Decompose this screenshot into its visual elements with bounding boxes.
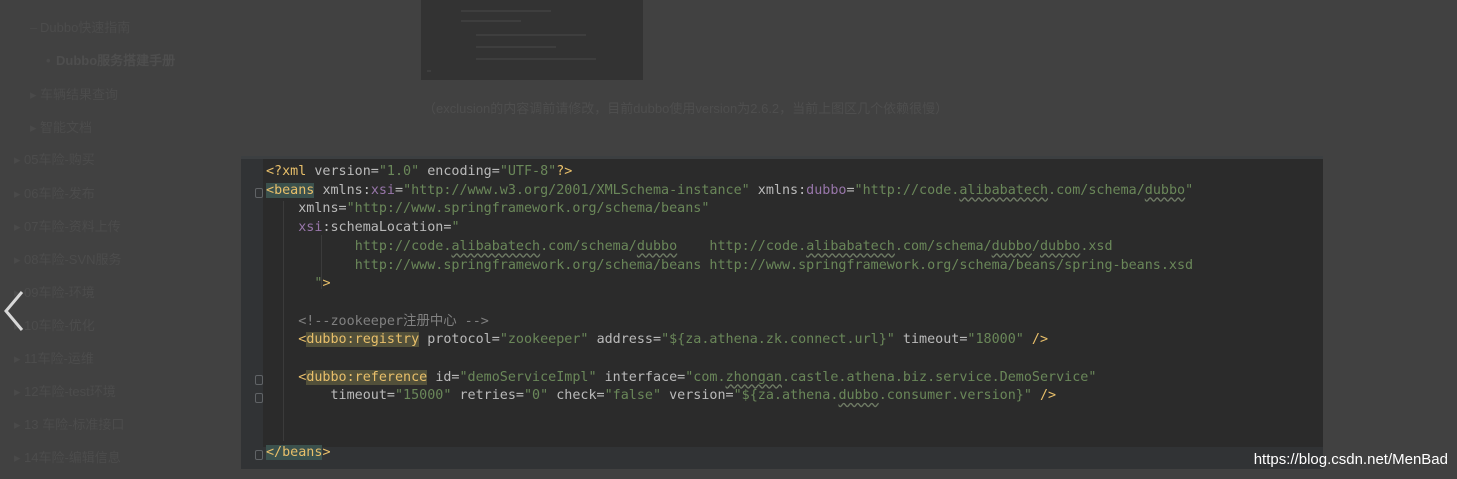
sidebar-item[interactable]: ▸ 车辆结果查询: [30, 87, 118, 103]
sidebar-item-label: 车辆结果查询: [40, 87, 119, 102]
code-line-5: http://code.alibabatech.com/schema/dubbo…: [354, 238, 1113, 254]
bullet-icon: ▸: [14, 351, 21, 366]
sidebar-item[interactable]: ▸ 11车险-运维: [14, 351, 94, 367]
code-line-10: <dubbo:registry protocol="zookeeper" add…: [298, 332, 1049, 348]
watermark-url: https://blog.csdn.net/MenBad: [1253, 451, 1448, 468]
sidebar-item-label: 10车险-优化: [24, 318, 95, 333]
sidebar-item-label: Dubbo快速指南: [40, 20, 131, 35]
code-line-6: http://www.springframework.org/schema/be…: [354, 257, 1194, 273]
sidebar-item-label: 08车险-SVN服务: [24, 252, 122, 267]
bullet-icon: •: [46, 53, 51, 68]
bullet-icon: ▸: [14, 219, 21, 234]
sidebar-item[interactable]: – Dubbo快速指南: [30, 20, 130, 36]
sidebar-item-label: 11车险-运维: [24, 351, 94, 366]
sidebar-item-label: Dubbo服务搭建手册: [56, 53, 176, 68]
sidebar-item[interactable]: ▸ 13 车险-标准接口: [14, 417, 124, 433]
sidebar-item[interactable]: ▸ 08车险-SVN服务: [14, 252, 122, 268]
code-line-7: ">: [314, 276, 331, 292]
code-line-12: <dubbo:reference id="demoServiceImpl" in…: [298, 369, 1097, 385]
sidebar-item-label: 14车险-编辑信息: [24, 450, 121, 465]
sidebar-item[interactable]: ▸ 07车险-资料上传: [14, 219, 121, 235]
caption-text: （exclusion的内容调前请修改，目前dubbo使用version为2.6.…: [423, 101, 949, 116]
sidebar-item-label: 12车险-test环境: [24, 384, 116, 399]
bullet-icon: ▸: [30, 87, 37, 102]
bullet-icon: –: [30, 20, 38, 35]
content-image-thumbnail: [421, 0, 643, 80]
fold-marker-icon: [255, 450, 263, 460]
bullet-icon: ▸: [14, 186, 21, 201]
code-line-3: xmlns="http://www.springframework.org/sc…: [298, 201, 710, 217]
bullet-icon: ▸: [14, 384, 21, 399]
bullet-icon: ▸: [14, 252, 21, 267]
sidebar-item[interactable]: ▸ 智能文档: [30, 120, 92, 136]
page: – Dubbo快速指南 • Dubbo服务搭建手册 ▸ 车辆结果查询 ▸ 智能文档 ▸ 0…: [0, 0, 1457, 479]
code-line-9: <!--zookeeper注册中心 -->: [298, 313, 489, 329]
sidebar-item-label: 07车险-资料上传: [24, 219, 121, 234]
sidebar-item[interactable]: ▸ 05车险-购买: [14, 152, 95, 168]
code-line-2: <beans xmlns:xsi="http://www.w3.org/2001…: [266, 182, 1194, 198]
sidebar-item-label: 06车险-发布: [24, 186, 95, 201]
bullet-icon: ▸: [30, 120, 37, 135]
sidebar-item[interactable]: ▸ 14车险-编辑信息: [14, 450, 121, 466]
fold-marker-icon: [255, 375, 263, 385]
chevron-left-icon[interactable]: [0, 288, 30, 334]
sidebar-item-label: 09车险-环境: [24, 285, 95, 300]
code-line-13: timeout="15000" retries="0" check="false…: [330, 388, 1057, 404]
sidebar-nav: – Dubbo快速指南 • Dubbo服务搭建手册 ▸ 车辆结果查询 ▸ 智能文档 ▸ 0…: [0, 0, 240, 479]
code-line-1: <?xml version="1.0" encoding="UTF-8"?>: [266, 164, 573, 179]
sidebar-item[interactable]: ▸ 06车险-发布: [14, 186, 95, 202]
bullet-icon: ▸: [14, 450, 21, 465]
sidebar-item-label: 智能文档: [40, 120, 93, 135]
editor-bottom-band: [241, 447, 1323, 469]
bullet-icon: ▸: [14, 417, 21, 432]
bullet-icon: ▸: [14, 152, 21, 167]
fold-marker-icon: [255, 393, 263, 403]
sidebar-item-active[interactable]: • Dubbo服务搭建手册: [46, 53, 175, 69]
sidebar-item-label: 13 车险-标准接口: [24, 417, 125, 432]
code-editor-image: <?xml version="1.0" encoding="UTF-8"?> <…: [241, 156, 1323, 469]
editor-gutter: [241, 159, 263, 466]
sidebar-item-label: 05车险-购买: [24, 152, 95, 167]
fold-marker-icon: [255, 188, 263, 198]
code-line-4: xsi:schemaLocation=": [298, 220, 460, 236]
sidebar-item[interactable]: ▸ 12车险-test环境: [14, 384, 116, 400]
code-line-16: </beans>: [266, 444, 331, 460]
